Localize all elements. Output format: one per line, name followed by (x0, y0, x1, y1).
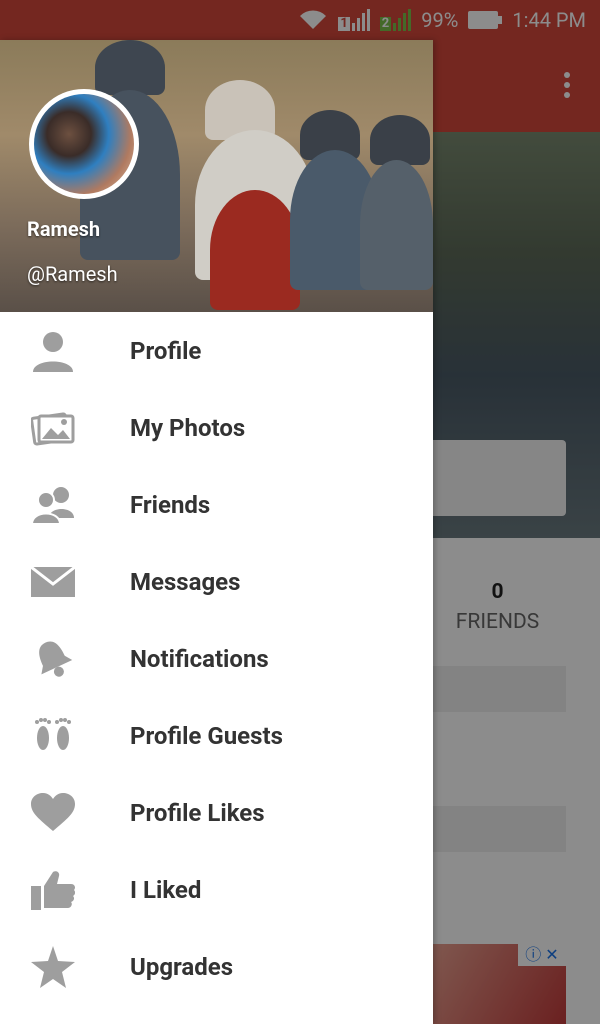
photos-icon (30, 405, 76, 451)
menu-item-profile-likes[interactable]: Profile Likes (0, 774, 433, 851)
menu-item-label: Profile Likes (130, 798, 265, 827)
header-photo-detail (95, 40, 165, 95)
avatar[interactable] (29, 89, 139, 199)
menu-item-messages[interactable]: Messages (0, 543, 433, 620)
menu-item-label: Notifications (130, 644, 269, 673)
thumbs-up-icon (30, 867, 76, 913)
menu-item-friends[interactable]: Friends (0, 466, 433, 543)
menu-item-profile-guests[interactable]: Profile Guests (0, 697, 433, 774)
header-photo-detail (210, 190, 300, 310)
footprints-icon (30, 713, 76, 759)
heart-icon (30, 790, 76, 836)
friends-icon (30, 482, 76, 528)
menu-item-label: Upgrades (130, 952, 234, 981)
star-icon (30, 944, 76, 990)
header-photo-detail (360, 160, 433, 290)
header-photo-detail (370, 115, 430, 165)
drawer-menu: Profile My Photos Friends Messages Notif… (0, 312, 433, 1005)
menu-item-notifications[interactable]: Notifications (0, 620, 433, 697)
user-name: Ramesh (27, 217, 101, 241)
menu-item-label: Profile Guests (130, 721, 283, 750)
menu-item-profile[interactable]: Profile (0, 312, 433, 389)
menu-item-label: I Liked (130, 875, 202, 904)
menu-item-label: Profile (130, 336, 202, 365)
navigation-drawer: Ramesh @Ramesh Profile My Photos Friends (0, 40, 433, 1024)
menu-item-i-liked[interactable]: I Liked (0, 851, 433, 928)
avatar-photo (34, 94, 134, 194)
user-handle: @Ramesh (27, 262, 118, 286)
drawer-header: Ramesh @Ramesh (0, 40, 433, 312)
envelope-icon (30, 559, 76, 605)
menu-item-label: Messages (130, 567, 241, 596)
bell-icon (30, 636, 76, 682)
menu-item-label: My Photos (130, 413, 246, 442)
menu-item-my-photos[interactable]: My Photos (0, 389, 433, 466)
menu-item-upgrades[interactable]: Upgrades (0, 928, 433, 1005)
person-icon (30, 328, 76, 374)
menu-item-label: Friends (130, 490, 211, 519)
